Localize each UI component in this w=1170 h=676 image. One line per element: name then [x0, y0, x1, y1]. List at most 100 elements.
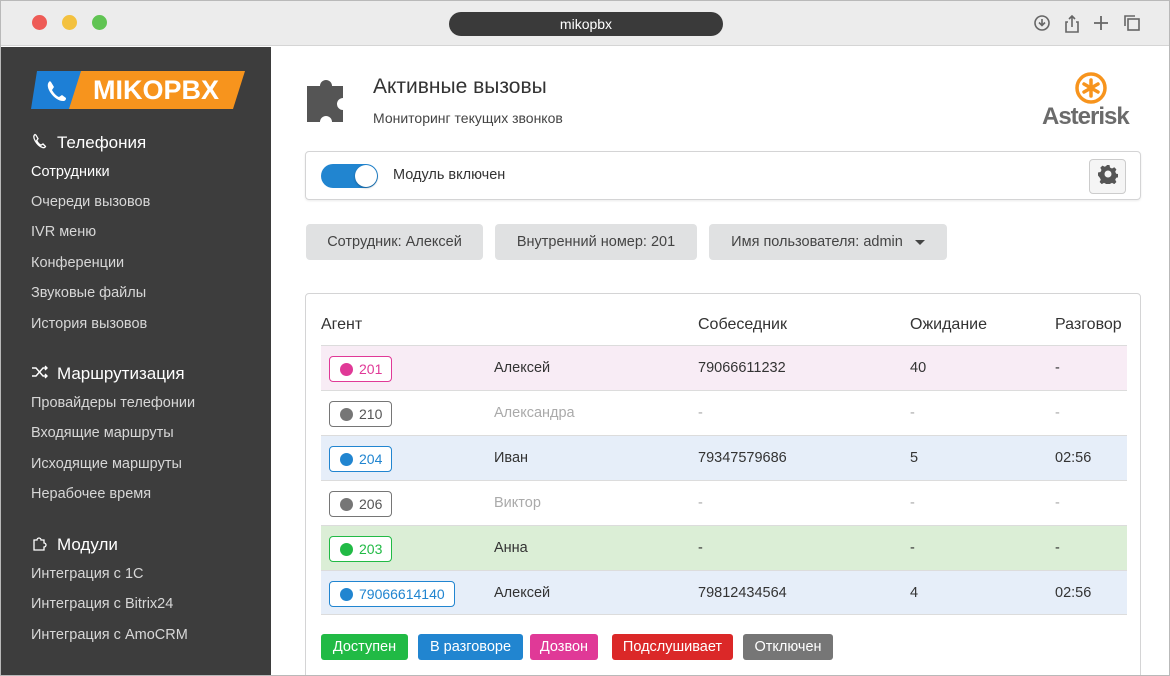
filter-employee-button[interactable]: Сотрудник: Алексей [306, 224, 483, 260]
download-icon[interactable] [1032, 14, 1052, 34]
address-bar[interactable]: mikopbx [449, 12, 723, 36]
agent-name: Иван [494, 450, 529, 466]
browser-window: mikopbx MIKOPBX Телефония Сотрудники Оче… [0, 0, 1170, 676]
sidebar-item-outgoing-routes[interactable]: Исходящие маршруты [31, 456, 182, 472]
status-dot [340, 452, 353, 466]
sidebar-item-integration-amocrm[interactable]: Интеграция с AmoCRM [31, 627, 188, 643]
maximize-window-button[interactable] [92, 15, 107, 30]
wait-time: - [910, 405, 915, 421]
agent-name: Александра [494, 405, 575, 421]
mikopbx-logo[interactable]: MIKOPBX [31, 71, 245, 109]
column-header-peer[interactable]: Собеседник [698, 316, 787, 334]
shuffle-icon [31, 365, 49, 383]
sidebar-item-integration-bitrix24[interactable]: Интеграция с Bitrix24 [31, 596, 173, 612]
module-enabled-toggle[interactable] [321, 164, 378, 188]
sidebar-item-employees[interactable]: Сотрудники [31, 164, 110, 180]
minimize-window-button[interactable] [62, 15, 77, 30]
sidebar-item-call-queues[interactable]: Очереди вызовов [31, 194, 150, 210]
sidebar-item-call-history[interactable]: История вызовов [31, 316, 147, 332]
new-tab-icon[interactable] [1091, 14, 1111, 34]
table-row[interactable]: 206 Виктор - - - [321, 480, 1127, 525]
sidebar-item-sound-files[interactable]: Звуковые файлы [31, 285, 146, 301]
agent-name: Анна [494, 540, 528, 556]
status-dot [340, 362, 353, 376]
agent-number: 79066614140 [359, 586, 445, 602]
agent-tag[interactable]: 79066614140 [329, 581, 455, 607]
wait-time: - [910, 495, 915, 511]
sidebar: MIKOPBX Телефония Сотрудники Очереди выз… [1, 47, 271, 675]
module-settings-button[interactable] [1089, 159, 1126, 194]
filter-username-dropdown[interactable]: Имя пользователя: admin [709, 224, 947, 260]
main-content: Активные вызовы Мониторинг текущих звонк… [271, 47, 1169, 675]
section-telephony-title: Телефония [57, 133, 147, 152]
peer-number: - [698, 540, 703, 556]
legend-dialing: Дозвон [530, 634, 598, 660]
legend-offline: Отключен [743, 634, 833, 660]
section-telephony[interactable]: Телефония [31, 133, 146, 153]
phone-icon [31, 133, 49, 153]
section-modules-title: Модули [57, 535, 118, 554]
column-header-agent[interactable]: Агент [321, 316, 362, 334]
legend-listening: Подслушивает [612, 634, 733, 660]
legend-available: Доступен [321, 634, 408, 660]
wait-time: 40 [910, 360, 927, 376]
sidebar-item-off-work-time[interactable]: Нерабочее время [31, 486, 151, 502]
peer-number: - [698, 495, 703, 511]
talk-time: 02:56 [1055, 585, 1092, 601]
agent-tag[interactable]: 201 [329, 356, 393, 382]
peer-number: 79066611232 [698, 360, 786, 376]
legend-talking: В разговоре [418, 634, 523, 660]
talk-time: - [1055, 360, 1060, 376]
sidebar-item-conferences[interactable]: Конференции [31, 255, 124, 271]
section-routing[interactable]: Маршрутизация [31, 364, 185, 384]
agent-number: 201 [359, 361, 383, 377]
module-status-panel: Модуль включен [305, 151, 1141, 200]
share-icon[interactable] [1062, 14, 1082, 34]
agent-tag[interactable]: 203 [329, 536, 393, 562]
sidebar-item-providers[interactable]: Провайдеры телефонии [31, 395, 195, 411]
filter-extension-button[interactable]: Внутренний номер: 201 [495, 224, 697, 260]
tabs-overview-icon[interactable] [1122, 14, 1142, 34]
agent-number: 203 [359, 541, 383, 557]
gear-icon [1097, 164, 1119, 190]
wait-time: - [910, 540, 915, 556]
wait-time: 5 [910, 450, 919, 466]
status-dot [340, 497, 353, 511]
chevron-down-icon [914, 239, 925, 245]
asterisk-logo: Asterisk [1041, 71, 1141, 130]
logo-text: MIKOPBX [93, 75, 220, 105]
status-dot [340, 587, 353, 601]
table-row[interactable]: 203 Анна - - - [321, 525, 1127, 570]
talk-time: - [1055, 495, 1060, 511]
wait-time: 4 [910, 585, 919, 601]
peer-number: 79347579686 [698, 450, 787, 466]
status-dot [340, 407, 353, 421]
browser-titlebar: mikopbx [1, 1, 1169, 46]
agent-number: 204 [359, 451, 383, 467]
close-window-button[interactable] [32, 15, 47, 30]
table-row[interactable]: 79066614140 Алексей 79812434564 4 02:56 [321, 570, 1127, 615]
section-routing-title: Маршрутизация [57, 364, 185, 383]
agent-name: Алексей [494, 585, 551, 601]
column-header-talk[interactable]: Разговор [1055, 316, 1122, 334]
sidebar-item-incoming-routes[interactable]: Входящие маршруты [31, 425, 174, 441]
active-calls-table: Агент Собеседник Ожидание Разговор 201 А… [305, 293, 1141, 675]
agent-tag[interactable]: 204 [329, 446, 393, 472]
table-row[interactable]: 210 Александра - - - [321, 390, 1127, 435]
talk-time: - [1055, 405, 1060, 421]
section-modules[interactable]: Модули [31, 535, 118, 555]
table-row[interactable]: 201 Алексей 79066611232 40 - [321, 345, 1127, 390]
sidebar-item-integration-1c[interactable]: Интеграция с 1С [31, 566, 144, 582]
agent-tag[interactable]: 210 [329, 401, 393, 427]
agent-number: 210 [359, 406, 383, 422]
talk-time: 02:56 [1055, 450, 1092, 466]
peer-number: 79812434564 [698, 585, 787, 601]
column-header-wait[interactable]: Ожидание [910, 316, 987, 334]
agent-tag[interactable]: 206 [329, 491, 393, 517]
page-title: Активные вызовы [373, 75, 547, 98]
agent-name: Виктор [494, 495, 541, 511]
module-puzzle-icon [305, 74, 355, 124]
module-enabled-label: Модуль включен [393, 167, 506, 183]
sidebar-item-ivr-menu[interactable]: IVR меню [31, 224, 96, 240]
table-row[interactable]: 204 Иван 79347579686 5 02:56 [321, 435, 1127, 480]
